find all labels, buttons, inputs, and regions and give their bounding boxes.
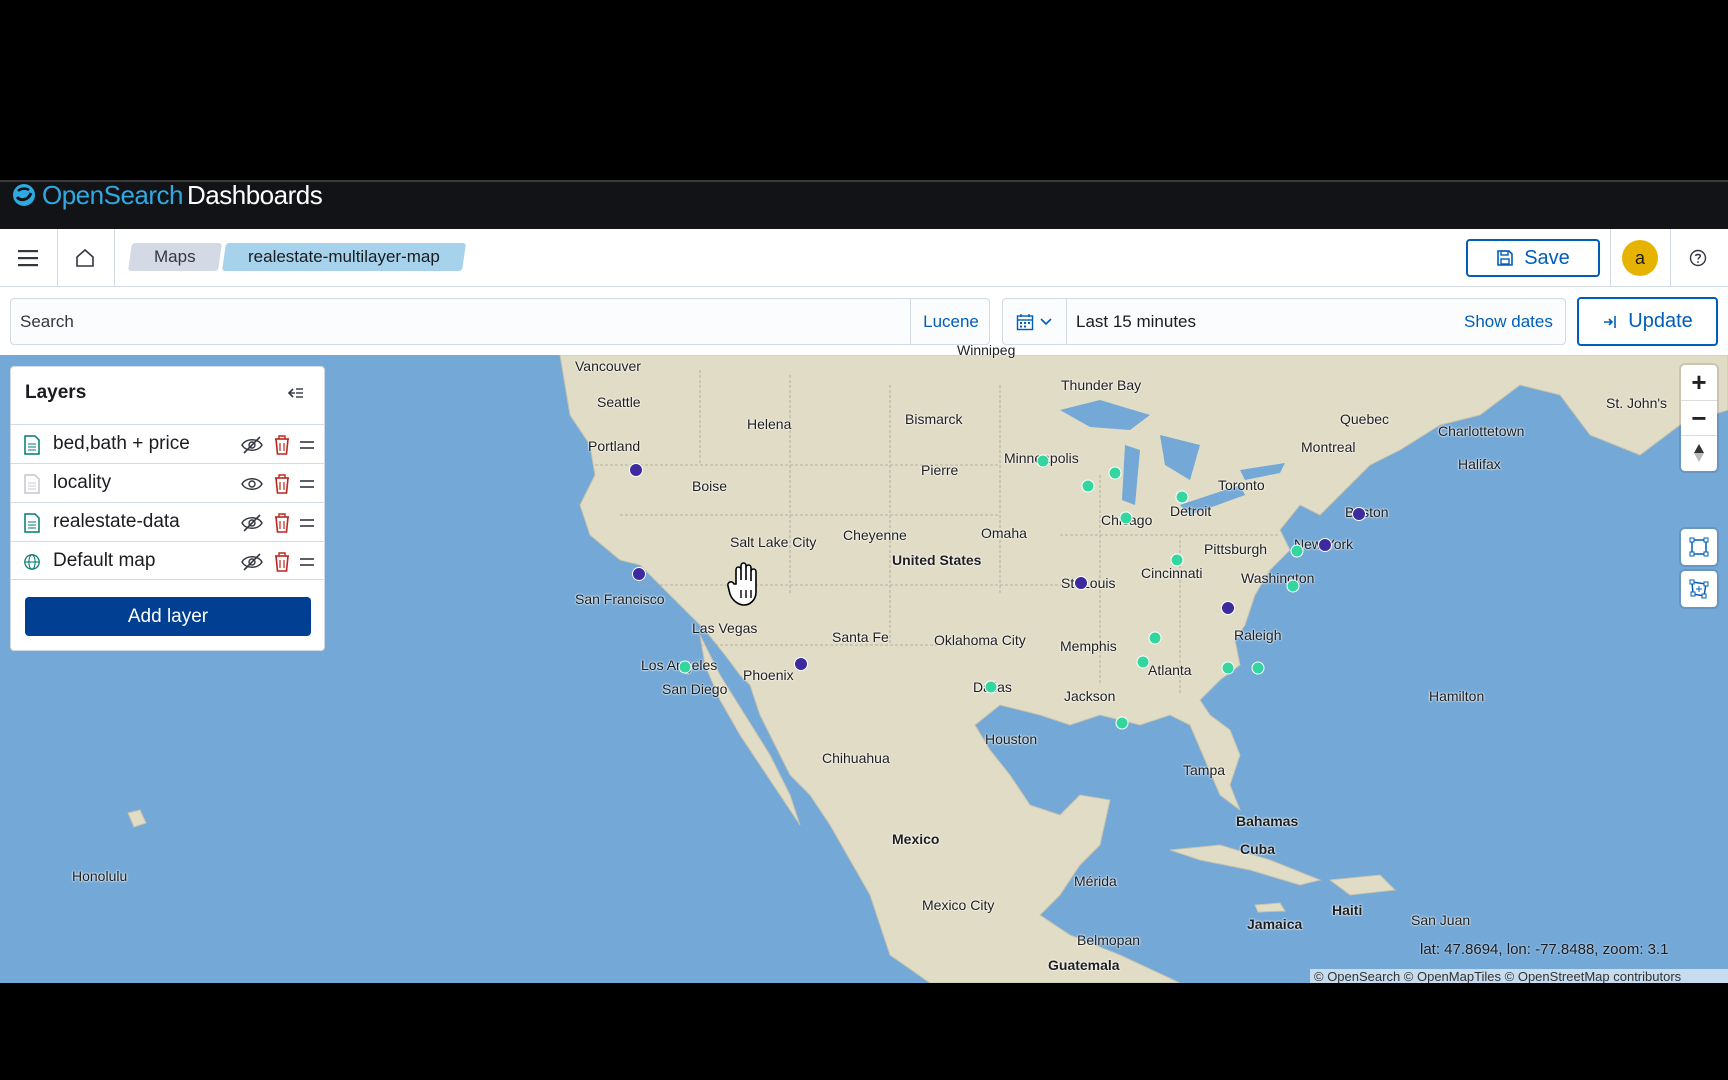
document-icon [24, 435, 40, 455]
data-point [1290, 544, 1304, 558]
data-point [632, 567, 646, 581]
draw-polygon-button[interactable] [1681, 571, 1717, 607]
user-avatar[interactable]: a [1622, 240, 1658, 276]
brand-open: Open [42, 179, 104, 210]
brand-search: Search [103, 179, 184, 210]
layer-name[interactable]: locality [53, 472, 111, 494]
nav-separator [1670, 229, 1671, 287]
breadcrumb-current-map: realestate-multilayer-map [222, 243, 466, 271]
data-point [1036, 454, 1050, 468]
compass-icon [1694, 444, 1704, 462]
chevron-down-icon [1040, 317, 1052, 325]
rectangle-draw-icon [1689, 537, 1709, 557]
menu-button[interactable] [10, 240, 46, 276]
polygon-draw-icon [1689, 579, 1709, 599]
data-point [629, 463, 643, 477]
drag-handle-icon[interactable] [299, 516, 315, 530]
time-range-label[interactable]: Last 15 minutes [1076, 298, 1196, 345]
opensearch-logo-icon [13, 184, 35, 206]
breadcrumb-label: Maps [154, 247, 196, 266]
home-icon [76, 248, 94, 267]
globe-icon [24, 554, 40, 570]
eye-closed-icon[interactable] [241, 552, 263, 572]
data-point [1221, 601, 1235, 615]
zoom-control: + − [1681, 365, 1717, 471]
hamburger-icon [18, 250, 38, 267]
data-point [1221, 661, 1235, 675]
data-point [1148, 631, 1162, 645]
data-point [1119, 511, 1133, 525]
nav-separator [114, 229, 115, 287]
data-point [1318, 538, 1332, 552]
layer-name[interactable]: Default map [53, 550, 155, 572]
layer-name[interactable]: realestate-data [53, 511, 180, 533]
quick-time-menu-button[interactable] [1002, 298, 1067, 345]
data-point [1251, 661, 1265, 675]
trash-icon[interactable] [273, 512, 291, 534]
nav-separator [57, 229, 58, 287]
document-icon [24, 513, 40, 533]
save-icon [1497, 250, 1514, 266]
add-layer-button[interactable]: Add layer [25, 597, 311, 636]
drag-handle-icon[interactable] [299, 438, 315, 452]
data-point [678, 660, 692, 674]
map-status-coordinates: lat: 47.8694, lon: -77.8488, zoom: 3.1 [1420, 941, 1669, 958]
layer-name[interactable]: bed,bath + price [53, 433, 190, 455]
data-point [1175, 490, 1189, 504]
home-button[interactable] [67, 240, 103, 276]
update-button[interactable]: Update [1577, 297, 1718, 346]
data-point [794, 657, 808, 671]
collapse-panel-icon[interactable] [282, 380, 308, 406]
eye-closed-icon[interactable] [241, 513, 263, 533]
eye-icon[interactable] [241, 474, 263, 494]
draw-rectangle-button[interactable] [1681, 529, 1717, 565]
layer-row[interactable]: locality [11, 463, 324, 502]
data-point [1286, 579, 1300, 593]
trash-icon[interactable] [273, 551, 291, 573]
realestate-points [678, 454, 1304, 730]
nav-separator [1610, 229, 1611, 287]
data-point [1352, 507, 1366, 521]
brand-dashboards: Dashboards [187, 179, 323, 210]
data-point [1170, 553, 1184, 567]
layer-row[interactable]: Default map [11, 541, 324, 580]
eye-closed-icon[interactable] [241, 435, 263, 455]
drag-handle-icon[interactable] [299, 555, 315, 569]
save-label: Save [1524, 246, 1570, 269]
data-point [1136, 655, 1150, 669]
layer-row[interactable]: bed,bath + price [11, 424, 324, 463]
breadcrumb-label: realestate-multilayer-map [248, 247, 440, 266]
data-point [1081, 479, 1095, 493]
drag-handle-icon[interactable] [299, 477, 315, 491]
trash-icon[interactable] [273, 473, 291, 495]
opensearch-logo[interactable]: OpenSearch Dashboards [12, 179, 323, 210]
help-button[interactable] [1680, 240, 1716, 276]
zoom-in-button[interactable]: + [1681, 365, 1717, 400]
layer-row[interactable]: realestate-data [11, 502, 324, 541]
document-icon [24, 474, 40, 494]
data-point [1108, 466, 1122, 480]
show-dates-button[interactable]: Show dates [1464, 298, 1553, 345]
data-point [1115, 716, 1129, 730]
breadcrumb-maps[interactable]: Maps [128, 243, 222, 271]
trash-icon[interactable] [273, 434, 291, 456]
data-point [984, 680, 998, 694]
data-point [1074, 576, 1088, 590]
search-input[interactable] [10, 298, 910, 345]
reset-bearing-button[interactable] [1681, 435, 1717, 470]
layers-panel-title: Layers [25, 382, 87, 403]
map-attribution[interactable]: © OpenSearch © OpenMapTiles © OpenStreet… [1310, 969, 1728, 983]
zoom-out-button[interactable]: − [1681, 400, 1717, 435]
query-language-button[interactable]: Lucene [910, 298, 991, 345]
grab-cursor-icon [727, 562, 757, 606]
save-button[interactable]: Save [1466, 239, 1600, 277]
refresh-icon [1604, 315, 1617, 328]
help-icon [1689, 249, 1707, 267]
calendar-icon [1016, 313, 1034, 330]
update-label: Update [1628, 310, 1693, 332]
